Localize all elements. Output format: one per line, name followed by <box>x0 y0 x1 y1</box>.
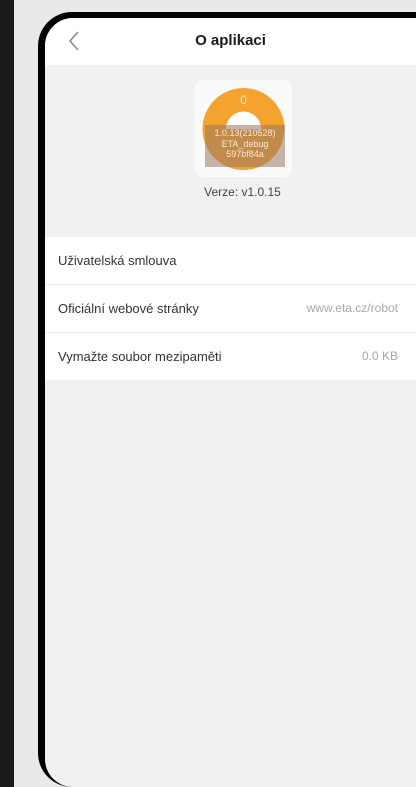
app-icon: 0 1.0.13(210528) ETA_debug 597bf84a <box>195 80 292 177</box>
row-user-agreement[interactable]: Uživatelská smlouva <box>45 237 416 285</box>
debug-build-line: 597bf84a <box>226 149 264 159</box>
debug-build-overlay: 1.0.13(210528) ETA_debug 597bf84a <box>205 125 285 167</box>
row-official-website[interactable]: Oficiální webové stránky www.eta.cz/robo… <box>45 285 416 333</box>
cache-size: 0.0 KB <box>361 349 398 363</box>
app-icon-counter: 0 <box>240 93 247 107</box>
background-strip <box>0 0 14 787</box>
page-title: O aplikaci <box>195 32 266 49</box>
row-label: Oficiální webové stránky <box>58 301 199 316</box>
app-screen: O aplikaci 0 1.0.13(210528) ETA_debug 59… <box>45 18 416 787</box>
debug-build-line: 1.0.13(210528) <box>214 128 276 138</box>
version-label: Verze: v1.0.15 <box>204 185 281 199</box>
row-label: Uživatelská smlouva <box>58 253 177 268</box>
navigation-bar: O aplikaci <box>45 18 416 65</box>
debug-build-line: ETA_debug <box>221 138 269 149</box>
row-clear-cache[interactable]: Vymažte soubor mezipaměti 0.0 KB <box>45 333 416 380</box>
row-label: Vymažte soubor mezipaměti <box>58 349 222 364</box>
settings-list: Uživatelská smlouva Oficiální webové str… <box>45 237 416 380</box>
website-url: www.eta.cz/robot <box>306 301 398 315</box>
